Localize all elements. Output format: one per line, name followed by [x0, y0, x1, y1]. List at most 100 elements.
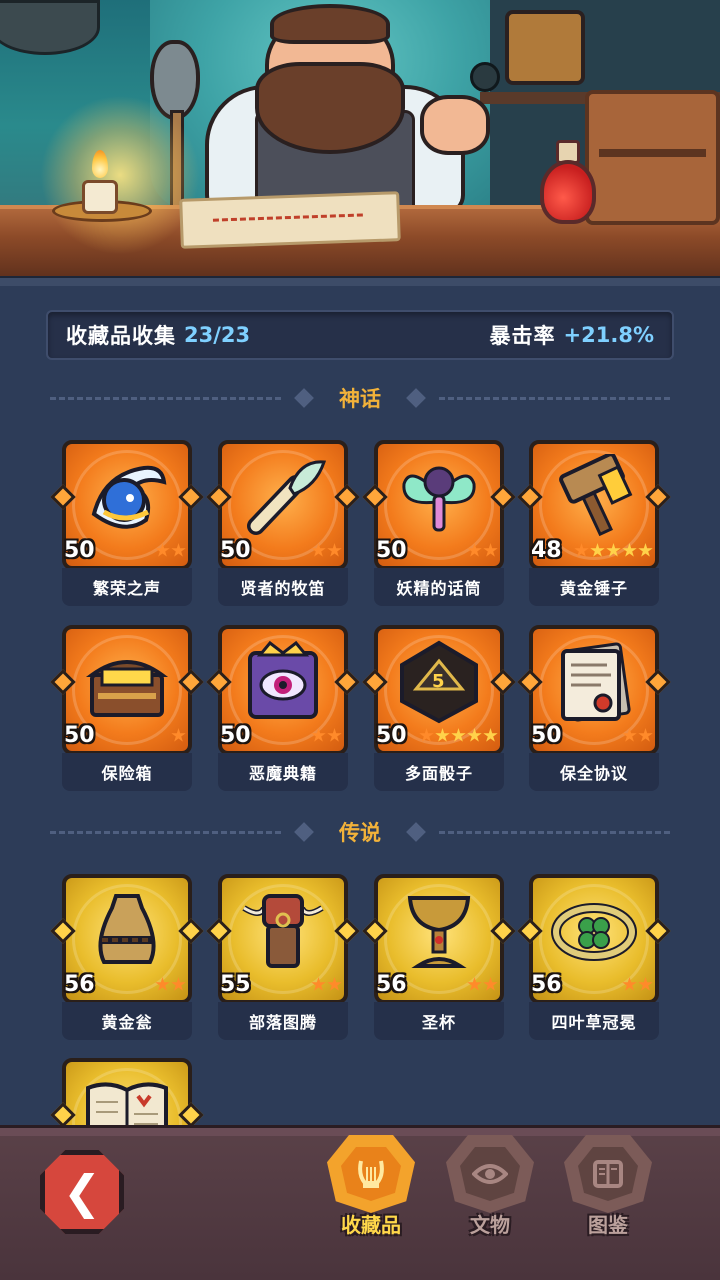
name-plate: 恶魔典籍	[218, 753, 348, 791]
name-plate: 黄金锤子	[529, 568, 659, 606]
tribal-totem-icon	[240, 888, 326, 974]
collectible-card[interactable]: 50 繁荣之声	[50, 440, 204, 606]
clover-crown-icon	[551, 888, 637, 974]
star-icon	[467, 977, 482, 991]
item-name: 黄金锤子	[559, 579, 628, 598]
star-icon	[590, 543, 605, 557]
contract-scroll-icon	[551, 639, 637, 725]
star-icon	[327, 543, 342, 557]
star-icon	[638, 977, 653, 991]
demon-tome-icon	[240, 639, 326, 725]
divider-line	[439, 830, 670, 834]
section-label-legend: 传说	[339, 821, 381, 845]
golden-urn-icon	[84, 888, 170, 974]
star-icon	[638, 728, 653, 742]
collectible-card[interactable]: 56 圣杯	[362, 874, 516, 1040]
name-plate: 多面骰子	[374, 753, 504, 791]
item-name: 妖精的话筒	[396, 579, 482, 598]
name-plate: 四叶草冠冕	[529, 1002, 659, 1040]
tab-codex-label: 图鉴	[588, 1213, 628, 1237]
item-level: 50	[376, 723, 407, 748]
star-rating	[310, 543, 342, 558]
treasure-chest-icon	[84, 639, 170, 725]
star-icon	[467, 543, 482, 557]
star-rating	[621, 728, 653, 743]
candle-glow	[40, 95, 200, 255]
section-label-mythic: 神话	[339, 387, 381, 411]
tab-collectibles-label: 收藏品	[341, 1213, 401, 1237]
item-name: 繁荣之声	[92, 579, 161, 598]
star-icon	[419, 728, 434, 742]
star-icon	[171, 543, 186, 557]
crit-rate-value: +21.8%	[563, 323, 654, 347]
treasure-map	[179, 191, 401, 249]
name-plate: 保全协议	[529, 753, 659, 791]
item-name: 圣杯	[421, 1013, 456, 1032]
collection-label: 收藏品收集	[66, 324, 176, 348]
star-icon	[574, 543, 589, 557]
star-icon	[311, 977, 326, 991]
star-icon	[606, 543, 621, 557]
blue-spirit-orb-icon	[84, 454, 170, 540]
tab-relics-label: 文物	[470, 1213, 510, 1237]
book-icon	[564, 1135, 652, 1213]
star-rating	[170, 728, 186, 743]
collection-screen: 收藏品收集 23/23 暴击率 +21.8% 神话 传说 50 繁荣之声 50 贤者的…	[0, 0, 720, 1280]
item-name: 保险箱	[101, 764, 153, 783]
star-rating	[154, 543, 186, 558]
item-level: 50	[64, 538, 95, 563]
divider-line	[50, 830, 281, 834]
collectible-card[interactable]: 50 保险箱	[50, 625, 204, 791]
dwarf-beard	[255, 62, 405, 154]
dark-orb-decoration	[470, 62, 500, 92]
dwarf-hair	[270, 4, 390, 44]
item-level: 56	[64, 972, 95, 997]
item-name: 多面骰子	[404, 764, 473, 783]
item-level: 50	[531, 723, 562, 748]
collectible-card[interactable]: 50 妖精的话筒	[362, 440, 516, 606]
collectible-card[interactable]: 50 保全协议	[517, 625, 671, 791]
collectible-card[interactable]: 5 50 多面骰子	[362, 625, 516, 791]
tab-codex[interactable]: 图鉴	[558, 1135, 658, 1245]
svg-text:5: 5	[432, 671, 445, 692]
collectible-card[interactable]: 50 恶魔典籍	[206, 625, 360, 791]
star-icon	[451, 728, 466, 742]
star-icon	[622, 543, 637, 557]
collectible-card[interactable]: 50 贤者的牧笛	[206, 440, 360, 606]
collectible-card[interactable]: 56 四叶草冠冕	[517, 874, 671, 1040]
star-icon	[327, 977, 342, 991]
star-icon	[622, 977, 637, 991]
collectible-card[interactable]: 48 黄金锤子	[517, 440, 671, 606]
tab-relics[interactable]: 文物	[440, 1135, 540, 1245]
star-icon	[155, 977, 170, 991]
crit-rate-label: 暴击率	[489, 324, 556, 348]
item-name: 四叶草冠冕	[551, 1013, 637, 1032]
tab-collectibles[interactable]: 收藏品	[321, 1135, 421, 1245]
star-rating	[310, 977, 342, 992]
item-level: 50	[376, 538, 407, 563]
star-rating	[573, 543, 653, 558]
star-icon	[622, 728, 637, 742]
collectible-card[interactable]: 56 黄金瓮	[50, 874, 204, 1040]
star-rating	[621, 977, 653, 992]
diamond-icon	[406, 822, 426, 842]
item-name: 黄金瓮	[101, 1013, 153, 1032]
back-arrow-icon: ❮	[62, 1165, 102, 1219]
lyre-icon	[327, 1135, 415, 1213]
star-icon	[483, 977, 498, 991]
item-name: 恶魔典籍	[248, 764, 317, 783]
totem-mask-decoration	[505, 10, 585, 85]
star-icon	[483, 543, 498, 557]
star-icon	[155, 543, 170, 557]
star-icon	[467, 728, 482, 742]
item-level: 56	[376, 972, 407, 997]
hanging-sack-decoration	[0, 0, 100, 55]
dwarf-fist	[420, 95, 490, 155]
collectible-card[interactable]: 55 部落图腾	[206, 874, 360, 1040]
item-level: 55	[220, 972, 251, 997]
red-potion-icon	[540, 160, 596, 224]
item-name: 部落图腾	[248, 1013, 317, 1032]
name-plate: 妖精的话筒	[374, 568, 504, 606]
name-plate: 圣杯	[374, 1002, 504, 1040]
candle-icon	[82, 180, 118, 214]
